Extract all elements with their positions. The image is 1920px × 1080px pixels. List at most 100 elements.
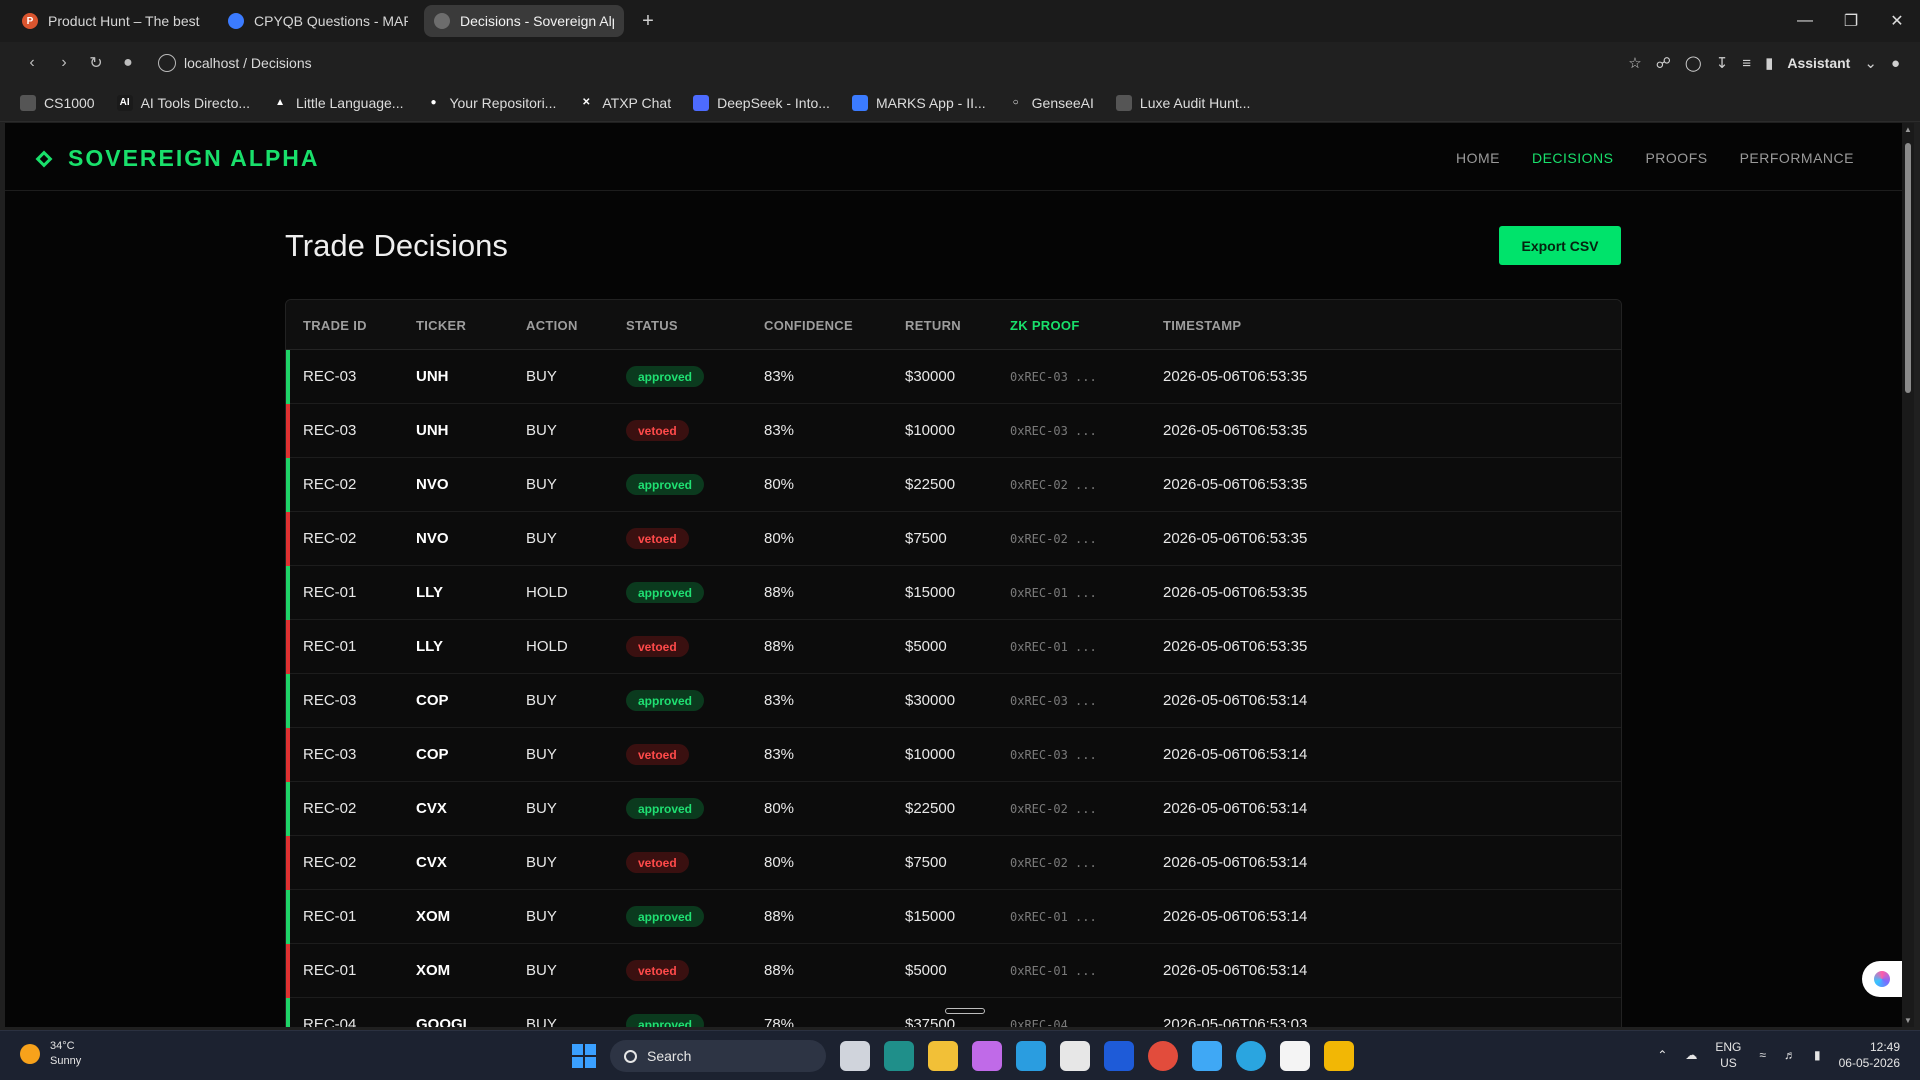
browser-tab[interactable]: Decisions - Sovereign Alp <box>424 5 624 37</box>
table-row[interactable]: REC-03 UNH BUY approved 83% $30000 0xREC-03 ..… <box>286 350 1621 404</box>
bookmark-item[interactable]: ○ GenseeAI <box>1007 94 1094 111</box>
copilot-icon[interactable] <box>972 1041 1002 1071</box>
zk-proof-link[interactable]: 0xREC-03 ... <box>1010 424 1097 438</box>
table-row[interactable]: REC-02 CVX BUY vetoed 80% $7500 0xREC-02 ... 20… <box>286 836 1621 890</box>
page-scrollbar[interactable]: ▲ ▼ <box>1902 123 1914 1027</box>
table-row[interactable]: REC-03 UNH BUY vetoed 83% $10000 0xREC-03 ... 2… <box>286 404 1621 458</box>
zk-proof-link[interactable]: 0xREC-02 ... <box>1010 532 1097 546</box>
browser-tab[interactable]: CPYQB Questions - MARK <box>218 5 418 37</box>
table-row[interactable]: REC-02 NVO BUY vetoed 80% $7500 0xREC-02 ... 20… <box>286 512 1621 566</box>
column-header[interactable]: ZK PROOF <box>1010 318 1080 333</box>
task-view-icon[interactable] <box>840 1041 870 1071</box>
table-row[interactable]: REC-02 CVX BUY approved 80% $22500 0xREC-02 ..… <box>286 782 1621 836</box>
trade-id: REC-02 <box>303 476 357 493</box>
bookmark-item[interactable]: ▲ Little Language... <box>272 94 403 111</box>
table-row[interactable]: REC-01 LLY HOLD vetoed 88% $5000 0xREC-01 ... 2… <box>286 620 1621 674</box>
trade-id: REC-01 <box>303 638 357 655</box>
browser-tab[interactable]: P Product Hunt – The best n <box>12 5 212 37</box>
chrome-icon[interactable] <box>1148 1041 1178 1071</box>
zk-proof-link[interactable]: 0xREC-02 ... <box>1010 802 1097 816</box>
extensions-icon[interactable]: ◯ <box>1685 54 1702 72</box>
bookmark-item[interactable]: CS1000 <box>20 94 95 111</box>
messenger-icon[interactable] <box>1192 1041 1222 1071</box>
wifi-icon[interactable]: ≈ <box>1759 1048 1766 1062</box>
restore-icon[interactable]: ❐ <box>1828 0 1874 42</box>
audio-wave-icon[interactable]: ▮ <box>1765 54 1773 72</box>
scroll-up-icon[interactable]: ▲ <box>1902 125 1914 134</box>
telegram-icon[interactable] <box>1236 1041 1266 1071</box>
table-row[interactable]: REC-02 NVO BUY approved 80% $22500 0xREC-02 ..… <box>286 458 1621 512</box>
menu-lines-icon[interactable]: ≡ <box>1742 55 1751 72</box>
bookmark-item[interactable]: ● Your Repositori... <box>425 94 556 111</box>
new-tab-button[interactable]: + <box>634 7 662 35</box>
status-bar <box>286 512 290 566</box>
address-bar[interactable]: localhost / Decisions <box>158 54 312 72</box>
floating-assistant-button[interactable] <box>1862 961 1902 997</box>
table-row[interactable]: REC-01 XOM BUY approved 88% $15000 0xREC-01 ..… <box>286 890 1621 944</box>
zk-proof-link[interactable]: 0xREC-04 <box>1010 1018 1068 1027</box>
bookmark-item[interactable]: Luxe Audit Hunt... <box>1115 94 1250 111</box>
table-row[interactable]: REC-01 XOM BUY vetoed 88% $5000 0xREC-01 ... 20… <box>286 944 1621 998</box>
bookmark-item[interactable]: AI AI Tools Directo... <box>116 94 250 111</box>
bookmark-star-icon[interactable]: ☆ <box>1628 54 1641 72</box>
zk-proof-link[interactable]: 0xREC-03 ... <box>1010 370 1097 384</box>
export-csv-button[interactable]: Export CSV <box>1499 226 1621 265</box>
minimize-icon[interactable]: — <box>1782 0 1828 42</box>
trade-id: REC-01 <box>303 962 357 979</box>
bookmark-item[interactable]: DeepSeek - Into... <box>693 94 830 111</box>
files-app-icon[interactable] <box>1324 1041 1354 1071</box>
download-icon[interactable]: ↧ <box>1716 54 1729 72</box>
zk-proof-link[interactable]: 0xREC-01 ... <box>1010 964 1097 978</box>
editor-app-icon[interactable] <box>884 1041 914 1071</box>
volume-icon[interactable]: ♬ <box>1784 1048 1796 1062</box>
zk-proof-link[interactable]: 0xREC-02 ... <box>1010 856 1097 870</box>
clock[interactable]: 12:49 06-05-2026 <box>1839 1039 1900 1071</box>
scrollbar-thumb[interactable] <box>1905 143 1911 393</box>
table-row[interactable]: REC-01 LLY HOLD approved 88% $15000 0xREC-01 .… <box>286 566 1621 620</box>
file-explorer-icon[interactable] <box>928 1041 958 1071</box>
nav-proofs[interactable]: PROOFS <box>1645 150 1707 166</box>
reload-icon[interactable]: ↻ <box>80 47 112 79</box>
edge-icon[interactable] <box>1016 1041 1046 1071</box>
bookmark-item[interactable]: MARKS App - II... <box>851 94 986 111</box>
zk-proof-link[interactable]: 0xREC-02 ... <box>1010 478 1097 492</box>
zk-proof-link[interactable]: 0xREC-01 ... <box>1010 640 1097 654</box>
windows-start-icon[interactable] <box>572 1044 596 1068</box>
nav-decisions[interactable]: DECISIONS <box>1532 150 1614 166</box>
close-icon[interactable]: ✕ <box>1874 0 1920 42</box>
bookmark-favicon-icon: ○ <box>1007 94 1024 111</box>
return: $15000 <box>905 908 956 925</box>
nav-home[interactable]: HOME <box>1456 150 1500 166</box>
bookmark-item[interactable]: ✕ ATXP Chat <box>578 94 671 111</box>
notepad-icon[interactable] <box>1280 1041 1310 1071</box>
store-icon[interactable] <box>1060 1041 1090 1071</box>
zk-proof-link[interactable]: 0xREC-03 ... <box>1010 748 1097 762</box>
zk-proof-link[interactable]: 0xREC-01 ... <box>1010 586 1097 600</box>
return: $7500 <box>905 530 947 547</box>
zk-proof-link[interactable]: 0xREC-01 ... <box>1010 910 1097 924</box>
site-info-icon[interactable] <box>158 54 176 72</box>
weather-widget[interactable]: 34°C Sunny <box>20 1039 81 1069</box>
profile-icon[interactable]: ● <box>1891 55 1900 72</box>
cloud-icon[interactable]: ☁ <box>1685 1048 1697 1062</box>
taskbar-search[interactable]: Search <box>610 1040 826 1072</box>
forward-icon[interactable]: › <box>48 47 80 79</box>
microphone-icon[interactable]: ● <box>112 47 144 79</box>
table-row[interactable]: REC-03 COP BUY approved 83% $30000 0xREC-03 ..… <box>286 674 1621 728</box>
confidence: 78% <box>764 1016 795 1027</box>
chevron-up-icon[interactable]: ⌃ <box>1657 1048 1667 1062</box>
battery-icon[interactable]: ▮ <box>1814 1048 1821 1062</box>
hp-icon[interactable] <box>1104 1041 1134 1071</box>
language-indicator[interactable]: ENG US <box>1715 1039 1741 1071</box>
chevron-down-icon[interactable]: ⌄ <box>1864 54 1877 72</box>
scroll-down-icon[interactable]: ▼ <box>1902 1016 1914 1025</box>
table-row[interactable]: REC-03 COP BUY vetoed 83% $10000 0xREC-03 ... 2… <box>286 728 1621 782</box>
share-link-icon[interactable]: ☍ <box>1656 54 1671 72</box>
action: BUY <box>526 1016 557 1027</box>
nav-performance[interactable]: PERFORMANCE <box>1740 150 1854 166</box>
site-logo[interactable]: SOVEREIGN ALPHA <box>35 145 320 172</box>
return: $22500 <box>905 800 956 817</box>
assistant-button[interactable]: Assistant <box>1787 55 1850 71</box>
back-icon[interactable]: ‹ <box>16 47 48 79</box>
zk-proof-link[interactable]: 0xREC-03 ... <box>1010 694 1097 708</box>
